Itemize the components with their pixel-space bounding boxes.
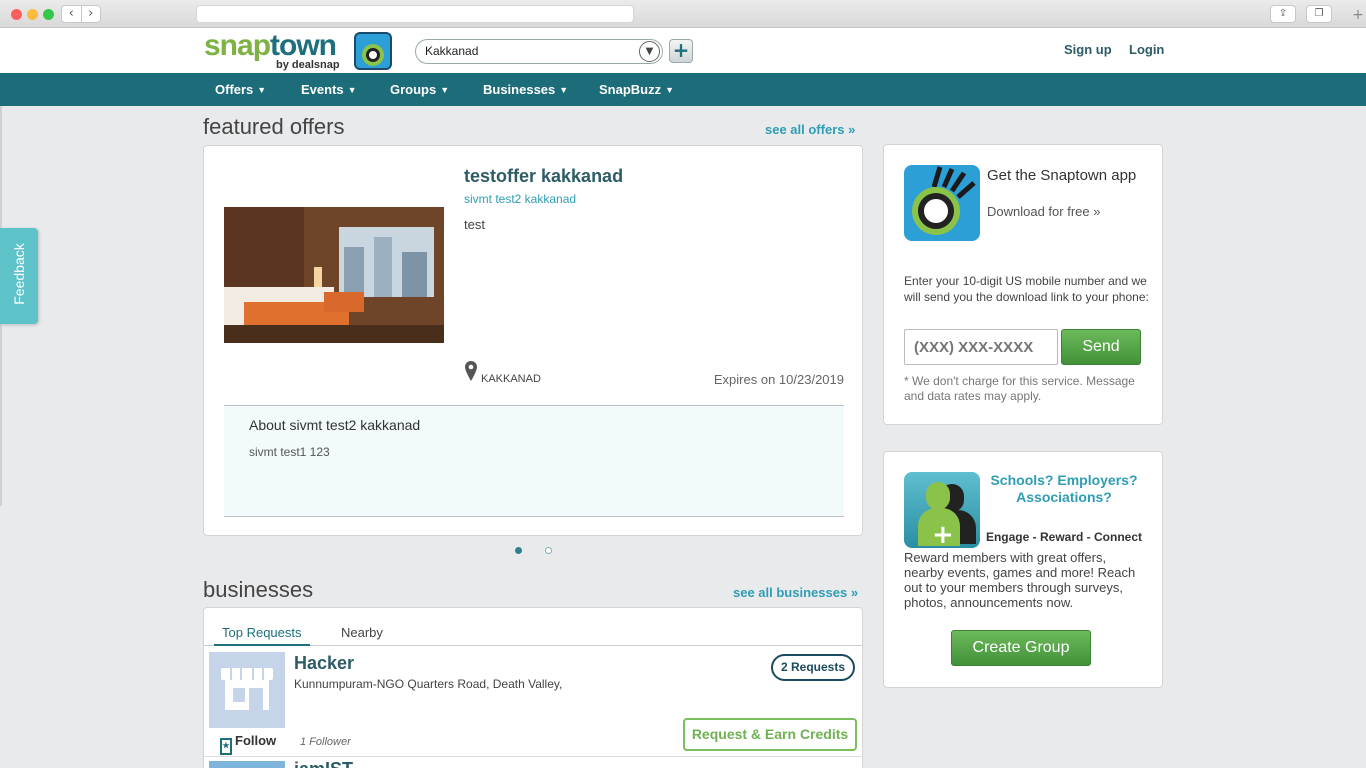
app-promo-card: Get the Snaptown app Download for free »… [883, 144, 1163, 425]
row-divider [204, 756, 862, 757]
tab-nearby[interactable]: Nearby [333, 625, 391, 644]
logo-wordmark: snaptown [204, 29, 337, 62]
logo-byline: by dealsnap [276, 59, 340, 71]
about-text: sivmt test1 123 [249, 445, 330, 459]
groups-promo-card: + Schools? Employers? Associations? Enga… [883, 451, 1163, 688]
double-chevron-right-icon: » [1093, 204, 1101, 219]
business-name[interactable]: Hacker [294, 653, 354, 674]
send-link-button[interactable]: Send [1061, 329, 1141, 365]
feedback-label: Feedback [11, 243, 27, 305]
browser-toolbar: ‹ › ⇪ ❐ + [0, 0, 1366, 28]
new-tab-icon[interactable]: + [1350, 6, 1366, 24]
add-city-button[interactable]: + [669, 39, 693, 63]
maximize-window-button[interactable] [43, 9, 54, 20]
close-window-button[interactable] [11, 9, 22, 20]
nav-item-offers[interactable]: Offers ▼ [215, 82, 266, 97]
follower-count: 1 Follower [300, 736, 351, 748]
chevron-down-icon[interactable]: ▼ [639, 41, 660, 62]
about-title: About sivmt test2 kakkanad [249, 417, 421, 433]
groups-promo-text: Reward members with great offers, nearby… [904, 550, 1136, 610]
create-group-button[interactable]: Create Group [951, 630, 1091, 666]
see-all-offers-link[interactable]: see all offers » [765, 122, 855, 137]
login-link[interactable]: Login [1129, 42, 1164, 57]
snaptown-app-icon[interactable] [904, 165, 980, 241]
carousel-dot-2[interactable] [545, 547, 552, 554]
forward-icon[interactable]: › [82, 6, 101, 22]
businesses-title: businesses [203, 577, 314, 602]
city-select[interactable]: Kakkanad ▼ [415, 39, 663, 64]
featured-offer-card[interactable]: testoffer kakkanad sivmt test2 kakkanad … [203, 145, 863, 536]
business-thumbnail[interactable] [209, 652, 285, 728]
business-name[interactable]: iamIST [294, 758, 353, 768]
offer-title[interactable]: testoffer kakkanad [464, 166, 623, 187]
nav-item-businesses[interactable]: Businesses ▼ [483, 82, 568, 97]
city-select-value: Kakkanad [425, 44, 479, 58]
offer-description: test [464, 217, 485, 232]
groups-promo-tagline: Engage - Reward - Connect [985, 530, 1142, 544]
nav-item-snapbuzz[interactable]: SnapBuzz ▼ [599, 82, 674, 97]
businesses-card: Top Requests Nearby Hacker Kunnumpuram-N… [203, 607, 863, 768]
chevron-down-icon: ▼ [665, 85, 675, 95]
offer-business-link[interactable]: sivmt test2 kakkanad [464, 192, 576, 206]
app-promo-instructions: Enter your 10-digit US mobile number and… [904, 274, 1149, 304]
app-promo-title: Get the Snaptown app [987, 167, 1137, 184]
main-nav: Offers ▼ Events ▼ Groups ▼ Businesses ▼ Snap… [0, 73, 1366, 106]
storefront-icon [221, 668, 273, 710]
offer-image[interactable] [224, 207, 444, 343]
eye-logo-icon [354, 32, 392, 70]
follow-button[interactable]: ★ Follow [220, 733, 276, 755]
tabs-icon[interactable]: ❐ [1306, 5, 1332, 23]
bookmark-star-icon: ★ [220, 738, 232, 755]
request-earn-credits-button[interactable]: Request & Earn Credits [683, 718, 857, 751]
phone-number-input[interactable] [904, 329, 1058, 365]
requests-badge[interactable]: 2 Requests [771, 654, 855, 681]
featured-offers-title: featured offers [203, 114, 345, 139]
download-free-link[interactable]: Download for free » [987, 204, 1100, 219]
about-business-panel: About sivmt test2 kakkanad sivmt test1 1… [224, 405, 844, 517]
share-icon[interactable]: ⇪ [1270, 5, 1296, 23]
group-people-icon: + [904, 472, 980, 548]
chevron-down-icon: ▼ [347, 85, 357, 95]
business-thumbnail[interactable] [209, 761, 285, 768]
address-bar[interactable] [196, 5, 634, 23]
see-all-businesses-link[interactable]: see all businesses » [733, 585, 858, 600]
double-chevron-right-icon: » [850, 585, 859, 600]
nav-item-groups[interactable]: Groups ▼ [390, 82, 449, 97]
double-chevron-right-icon: » [848, 122, 856, 137]
chevron-down-icon: ▼ [440, 85, 450, 95]
groups-promo-title: Schools? Employers? Associations? [990, 472, 1138, 505]
sms-disclaimer: * We don't charge for this service. Mess… [904, 374, 1135, 403]
offer-expiry: Expires on 10/23/2019 [713, 372, 844, 387]
hotel-room-image [224, 207, 444, 343]
signup-link[interactable]: Sign up [1064, 42, 1112, 57]
chevron-down-icon: ▼ [257, 85, 267, 95]
nav-item-events[interactable]: Events ▼ [301, 82, 357, 97]
tab-top-requests[interactable]: Top Requests [214, 625, 310, 646]
businesses-tabs: Top Requests Nearby [204, 608, 862, 646]
history-nav: ‹ › [61, 5, 101, 23]
business-address: Kunnumpuram-NGO Quarters Road, Death Val… [294, 677, 563, 691]
chevron-down-icon: ▼ [559, 85, 569, 95]
site-header: snaptown by dealsnap Kakkanad ▼ + Sign u… [0, 28, 1366, 73]
map-pin-icon [465, 361, 477, 381]
offer-location: KAKKANAD [481, 373, 541, 385]
back-icon[interactable]: ‹ [62, 6, 82, 22]
carousel-dot-1[interactable] [515, 547, 522, 554]
feedback-tab[interactable]: Feedback [0, 228, 38, 324]
snaptown-logo[interactable]: snaptown by dealsnap [204, 31, 394, 71]
minimize-window-button[interactable] [27, 9, 38, 20]
